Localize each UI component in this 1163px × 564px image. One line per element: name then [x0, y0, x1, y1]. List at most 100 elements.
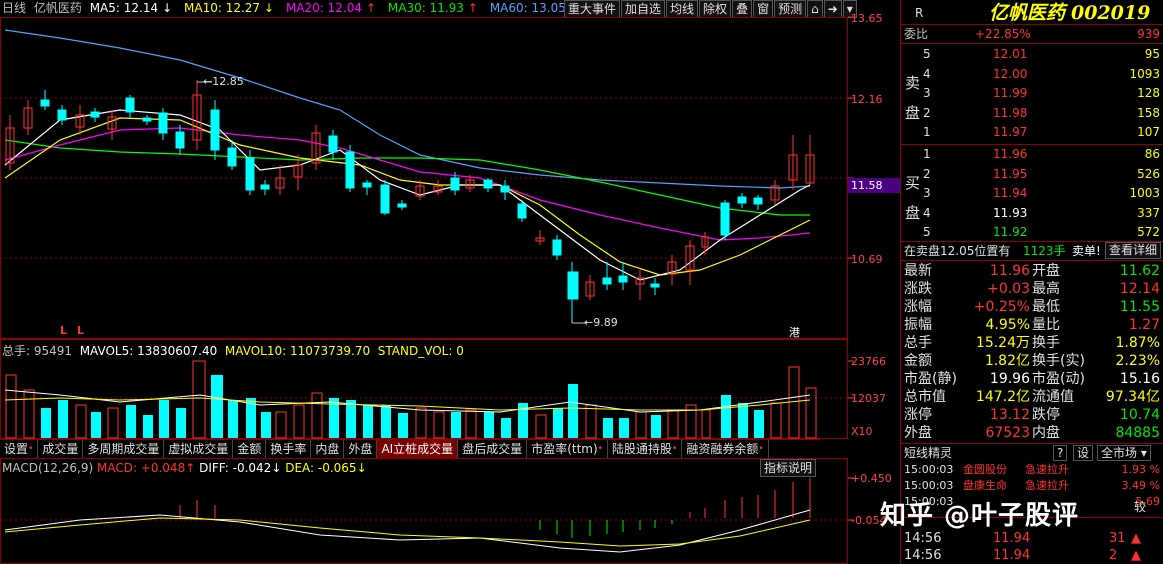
stat-value: +0.03 [987, 281, 1030, 297]
tick-time: 14:56 [904, 548, 942, 563]
stat-label: 开盘 [1032, 263, 1060, 279]
dea-number: DEA: -0.065 [285, 461, 357, 475]
tab-item[interactable]: 多周期成交量 [83, 440, 165, 458]
stat-label: 总手 [904, 335, 932, 351]
tab-item[interactable]: 陆股通持股• [608, 440, 683, 458]
tab-dot-icon: • [672, 444, 678, 454]
stat-row: 振幅 4.95% 量比 1.27 [901, 316, 1163, 334]
stat-value: 11.62 [1119, 263, 1160, 279]
tab-label: 换手率 [270, 442, 307, 456]
up-arrow-icon: ▲ [1131, 548, 1141, 563]
low-price-marker: ←9.89 [584, 316, 618, 329]
price-axis-label: 13.65 [851, 12, 883, 25]
short-line-extra: 较 [1134, 500, 1147, 514]
tab-item[interactable]: 融资融券余额• [682, 440, 769, 458]
stat-label: 外盘 [904, 425, 932, 441]
order-price: 11.93 [993, 205, 1028, 220]
tab-item[interactable]: 成交量 [38, 440, 84, 458]
order-level: 1 [923, 125, 931, 139]
help-icon[interactable]: ? [1053, 445, 1068, 461]
macd-axis-label: +0.450 [851, 472, 892, 485]
total-volume: 总手: 95491 [2, 344, 73, 358]
short-line-header: 短线精灵 ? 设 全市场 ▾ [901, 444, 1163, 462]
stat-label: 市盈(静) [904, 371, 957, 387]
weibi-row: 委比 +22.85% 939 [901, 25, 1163, 43]
tab-item[interactable]: 换手率 [266, 440, 312, 458]
price-axis-label: 12.16 [851, 93, 883, 106]
short-line-item[interactable]: 15:00:03 金圆股份 急速拉升 1.93 % [901, 462, 1163, 478]
indicator-help-button[interactable]: 指标说明 [760, 459, 817, 477]
dea-value: DEA: -0.065↓ [285, 461, 366, 475]
tab-item[interactable]: 金额 [233, 440, 267, 458]
stat-value: 84885 [1115, 425, 1160, 441]
volume-axis-label: 23766 [851, 355, 886, 368]
order-price: 11.98 [993, 105, 1028, 120]
volume-legend: 总手: 95491 MAVOL5: 13830607.40 MAVOL10: 1… [2, 342, 464, 359]
mavol10: MAVOL10: 11073739.70 [224, 344, 371, 358]
order-level: 2 [923, 105, 931, 120]
stat-value: 2.23% [1115, 353, 1160, 369]
order-price: 12.00 [993, 66, 1028, 81]
tab-item[interactable]: 盘后成交量 [458, 440, 528, 458]
buy-order-row: 3 11.94 1003 [901, 184, 1163, 202]
view-detail-button[interactable]: 查看详细 [1104, 242, 1161, 259]
tab-item[interactable]: 外盘 [344, 440, 378, 458]
macd-legend: MACD(12,26,9) MACD: +0.048↑ DIFF: -0.042… [2, 461, 367, 475]
order-price: 11.99 [993, 86, 1028, 100]
short-item-time: 15:00:03 [904, 463, 954, 476]
high-price-value: 12.85 [212, 75, 244, 88]
tab-dot-icon: • [597, 444, 603, 454]
tab-item[interactable]: 虚拟成交量 [164, 440, 234, 458]
big-order-notice: 在卖盘12.05位置有 1123手 卖单! 查看详细 [901, 242, 1163, 260]
stat-value: 12.14 [1119, 281, 1160, 297]
stat-value: 97.34亿 [1105, 389, 1160, 405]
stat-label: 涨跌 [904, 281, 932, 297]
notice-suffix: 卖单! [1072, 244, 1101, 258]
stat-label: 换手(实) [1032, 353, 1085, 369]
short-item-pct: 1.93 % [1121, 463, 1160, 476]
sell-order-row: 2 11.98 158 [901, 104, 1163, 122]
hk-connect-mark: 港 [789, 326, 800, 339]
order-level: 1 [923, 147, 931, 161]
tab-label: 成交量 [42, 442, 79, 456]
short-item-stock: 盘康生命 [963, 479, 1007, 492]
tick-time: 14:56 [904, 531, 942, 546]
order-volume: 572 [1137, 225, 1160, 239]
stat-label: 市盈(动) [1032, 371, 1085, 387]
tab-item[interactable]: 市盈率(ttm)• [527, 440, 608, 458]
sell-order-row: 4 12.00 1093 [901, 65, 1163, 83]
tab-label: 融资融券余额 [686, 442, 759, 456]
stat-label: 涨幅 [904, 299, 932, 315]
stat-value: 4.95% [985, 317, 1030, 333]
market-select[interactable]: 全市场 ▾ [1097, 445, 1151, 461]
short-line-item[interactable]: 15:00:03 盘康生命 急速拉升 3.49 % [901, 478, 1163, 494]
ma5-line [4, 109, 811, 281]
sell-order-row: 5 12.01 95 [901, 45, 1163, 63]
tab-item[interactable]: AI立桩成交量 [377, 440, 459, 458]
tick-price: 11.94 [993, 548, 1031, 563]
diff-arrow-icon: ↓ [271, 461, 282, 475]
stat-value: 1.87% [1115, 335, 1160, 351]
buy-order-row: 1 11.96 86 [901, 145, 1163, 163]
stock-code: 002019 [1071, 2, 1151, 24]
order-volume: 1093 [1129, 66, 1160, 81]
tab-label: 市盈率(ttm) [531, 442, 598, 456]
stat-label: 量比 [1032, 317, 1060, 333]
short-item-event: 急速拉升 [1025, 479, 1069, 492]
order-level: 4 [923, 205, 931, 220]
order-price: 11.95 [993, 166, 1028, 181]
tab-label: 盘后成交量 [462, 442, 523, 456]
tab-item[interactable]: 内盘 [311, 440, 345, 458]
macd-number: MACD: +0.048 [96, 461, 186, 475]
settings-icon[interactable]: 设 [1073, 445, 1094, 461]
order-volume: 86 [1144, 147, 1160, 161]
tab-label: 虚拟成交量 [168, 442, 229, 456]
volume-axis-label: 12037 [851, 392, 886, 405]
stat-row: 涨幅 +0.25% 最低 11.55 [901, 298, 1163, 316]
tick-volume: 31 [1109, 531, 1126, 546]
buy-order-row: 5 11.92 572 [901, 223, 1163, 241]
stat-row: 金额 1.82亿 换手(实) 2.23% [901, 352, 1163, 370]
weibi-label: 委比 [904, 27, 929, 41]
tab-item[interactable]: 设置• [0, 440, 39, 458]
candles [5, 80, 815, 318]
